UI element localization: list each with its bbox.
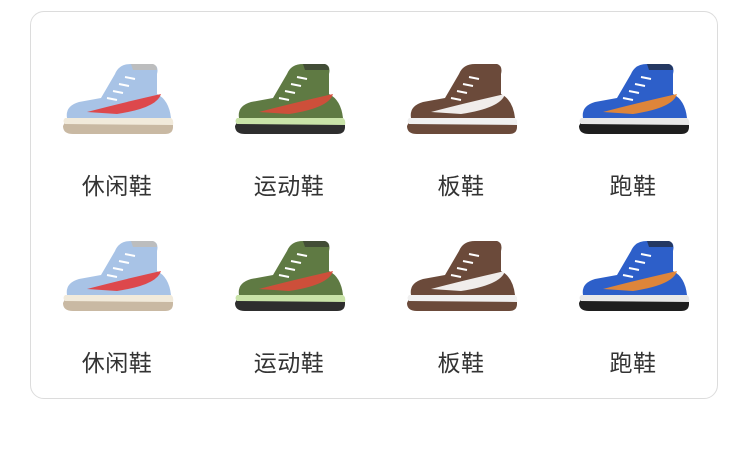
shoe-midsole bbox=[63, 118, 174, 125]
shoe-midsole bbox=[63, 295, 174, 302]
sneaker-brown-white-icon bbox=[401, 54, 521, 144]
shoe-midsole bbox=[407, 118, 518, 125]
category-label: 运动鞋 bbox=[253, 351, 325, 377]
category-card: 休闲鞋 运动鞋 板鞋 跑鞋 休闲鞋 运动鞋 板鞋 跑鞋 bbox=[30, 11, 718, 399]
category-item[interactable]: 跑鞋 bbox=[547, 189, 719, 377]
sneaker-olive-green-icon bbox=[229, 231, 349, 321]
shoe-collar bbox=[475, 241, 501, 247]
shoe-collar bbox=[475, 64, 501, 70]
shoe-midsole bbox=[579, 295, 690, 302]
shoe-midsole bbox=[235, 118, 346, 125]
category-item[interactable]: 板鞋 bbox=[375, 12, 547, 200]
category-item[interactable]: 休闲鞋 bbox=[31, 189, 203, 377]
sneaker-light-blue-icon bbox=[57, 231, 177, 321]
sneaker-royal-blue-icon bbox=[573, 231, 693, 321]
shoe-collar bbox=[647, 241, 673, 247]
category-item[interactable]: 板鞋 bbox=[375, 189, 547, 377]
shoe-midsole bbox=[407, 295, 518, 302]
category-item[interactable]: 运动鞋 bbox=[203, 12, 375, 200]
shoe-collar bbox=[131, 64, 157, 70]
shoe-collar bbox=[131, 241, 157, 247]
category-label: 板鞋 bbox=[437, 351, 485, 377]
category-label: 跑鞋 bbox=[609, 351, 657, 377]
shoe-collar bbox=[303, 64, 329, 70]
category-item[interactable]: 运动鞋 bbox=[203, 189, 375, 377]
shoe-collar bbox=[647, 64, 673, 70]
sneaker-brown-white-icon bbox=[401, 231, 521, 321]
sneaker-olive-green-icon bbox=[229, 54, 349, 144]
category-grid: 休闲鞋 运动鞋 板鞋 跑鞋 休闲鞋 运动鞋 板鞋 跑鞋 bbox=[31, 12, 717, 398]
category-item[interactable]: 跑鞋 bbox=[547, 12, 719, 200]
sneaker-light-blue-icon bbox=[57, 54, 177, 144]
sneaker-royal-blue-icon bbox=[573, 54, 693, 144]
shoe-collar bbox=[303, 241, 329, 247]
shoe-midsole bbox=[579, 118, 690, 125]
category-item[interactable]: 休闲鞋 bbox=[31, 12, 203, 200]
category-label: 休闲鞋 bbox=[81, 351, 153, 377]
shoe-midsole bbox=[235, 295, 346, 302]
